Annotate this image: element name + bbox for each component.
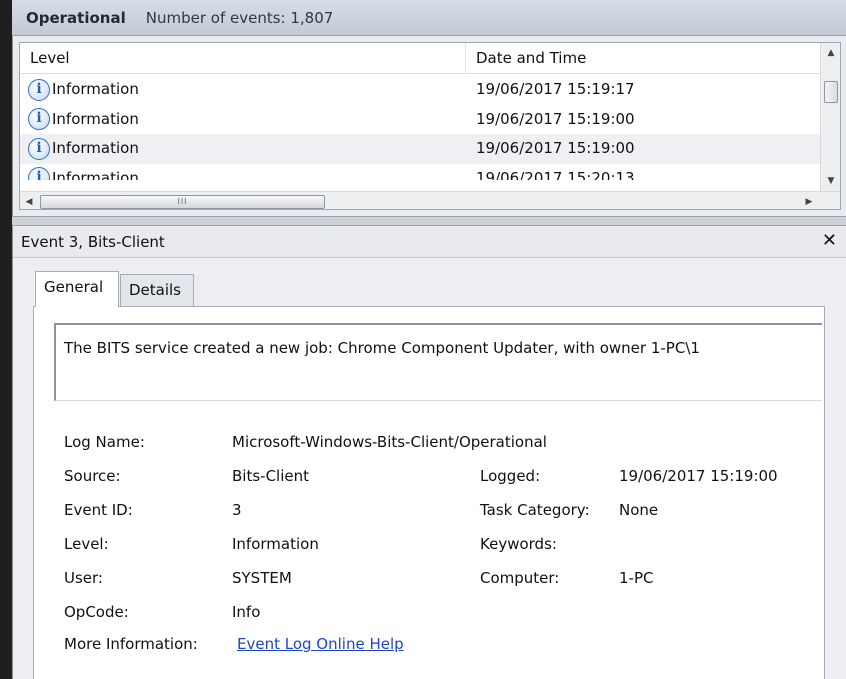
value-event-id: 3 <box>232 501 242 519</box>
scroll-right-arrow-icon[interactable]: ▶ <box>800 192 818 209</box>
detail-title: Event 3, Bits-Client <box>21 232 165 251</box>
level-text: Information <box>52 80 139 98</box>
event-row[interactable]: i Information 19/06/2017 15:19:17 <box>20 75 820 105</box>
event-detail-pane: Event 3, Bits-Client ✕ General Details T… <box>12 226 846 679</box>
scroll-up-arrow-icon[interactable]: ▲ <box>821 43 840 63</box>
value-task-category: None <box>619 501 659 519</box>
pane-splitter[interactable] <box>12 216 846 226</box>
label-user: User: <box>64 569 103 587</box>
label-logged: Logged: <box>480 467 541 485</box>
tab-general[interactable]: General <box>35 271 119 307</box>
event-rows: i Information 19/06/2017 15:19:17 i Info… <box>20 75 820 180</box>
scroll-down-arrow-icon[interactable]: ▼ <box>821 171 840 191</box>
event-row[interactable]: i Information 19/06/2017 15:19:00 <box>20 105 820 135</box>
cell-level: i Information <box>28 105 139 135</box>
date-text: 19/06/2017 15:19:00 <box>476 139 635 157</box>
date-text: 19/06/2017 15:19:00 <box>476 109 635 128</box>
log-name-title: Operational <box>26 8 126 27</box>
event-list[interactable]: Level Date and Time i Information 19/06/… <box>19 42 841 210</box>
label-keywords: Keywords: <box>480 535 557 553</box>
cell-level: i Information <box>28 164 139 180</box>
label-more-information: More Information: <box>64 635 198 653</box>
label-level: Level: <box>64 535 109 553</box>
value-opcode: Info <box>232 603 261 621</box>
label-opcode: OpCode: <box>64 603 129 621</box>
close-icon[interactable]: ✕ <box>822 230 837 251</box>
date-text: 19/06/2017 15:19:17 <box>476 80 635 98</box>
value-level: Information <box>232 535 319 553</box>
cell-level: i Information <box>28 75 139 105</box>
event-row-selected[interactable]: i Information 19/06/2017 15:19:00 <box>20 134 820 164</box>
vertical-scrollbar[interactable]: ▲ ▼ <box>820 43 840 191</box>
label-computer: Computer: <box>480 569 560 587</box>
level-text: Information <box>52 139 139 157</box>
label-log-name: Log Name: <box>64 433 145 451</box>
cell-level: i Information <box>28 134 139 164</box>
level-text: Information <box>52 168 139 180</box>
event-log-online-help-link[interactable]: Event Log Online Help <box>237 635 404 653</box>
detail-header: Event 3, Bits-Client ✕ <box>13 226 846 258</box>
date-text: 19/06/2017 15:20:13 <box>476 168 635 180</box>
horizontal-scrollbar[interactable]: ◀ III ▶ <box>20 191 840 209</box>
information-icon: i <box>28 137 50 160</box>
general-tab-content: The BITS service created a new job: Chro… <box>33 306 825 679</box>
event-count: Number of events: 1,807 <box>145 8 334 27</box>
value-log-name: Microsoft-Windows-Bits-Client/Operationa… <box>232 433 547 451</box>
value-source: Bits-Client <box>232 467 309 485</box>
value-logged: 19/06/2017 15:19:00 <box>619 467 778 485</box>
vertical-scroll-thumb[interactable] <box>824 81 838 103</box>
scroll-left-arrow-icon[interactable]: ◀ <box>20 192 38 209</box>
value-user: SYSTEM <box>232 569 292 587</box>
horizontal-scroll-thumb[interactable]: III <box>40 195 325 209</box>
tab-details[interactable]: Details <box>120 274 194 306</box>
log-titlebar: Operational Number of events: 1,807 <box>12 0 846 36</box>
column-header-level[interactable]: Level <box>20 43 466 74</box>
value-computer: 1-PC <box>619 569 654 587</box>
information-icon: i <box>28 78 50 101</box>
column-header-date[interactable]: Date and Time <box>466 43 820 74</box>
level-text: Information <box>52 109 139 128</box>
information-icon: i <box>28 108 50 131</box>
label-task-category: Task Category: <box>480 501 590 519</box>
event-message[interactable]: The BITS service created a new job: Chro… <box>54 323 822 401</box>
label-event-id: Event ID: <box>64 501 133 519</box>
event-list-panel: Level Date and Time i Information 19/06/… <box>12 36 846 216</box>
list-header: Level Date and Time <box>20 43 820 74</box>
information-icon: i <box>28 167 50 180</box>
label-source: Source: <box>64 467 121 485</box>
event-row-partial[interactable]: i Information 19/06/2017 15:20:13 <box>20 164 820 180</box>
